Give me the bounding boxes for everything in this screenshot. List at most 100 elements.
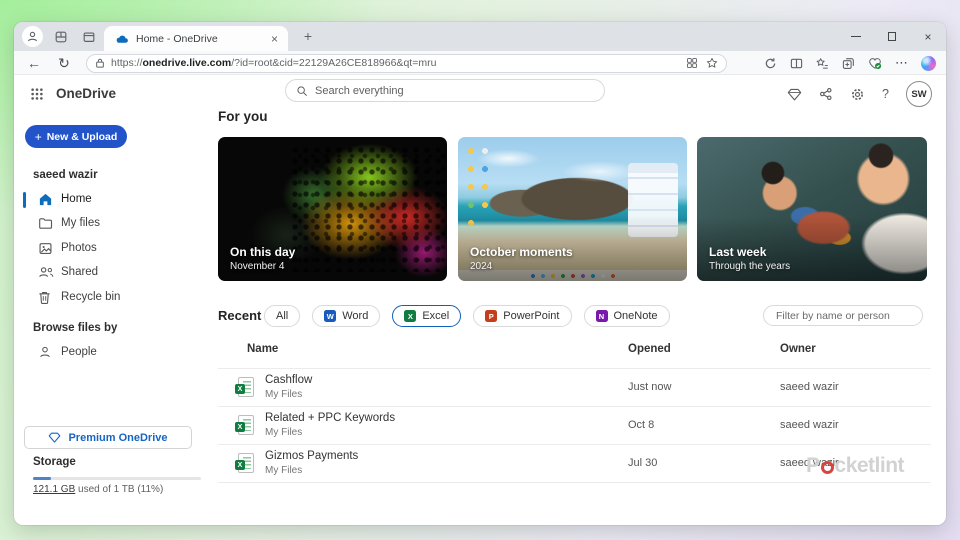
file-name[interactable]: Gizmos Payments (265, 450, 358, 462)
sidebar-owner-name: saeed wazir (33, 169, 98, 181)
search-box[interactable] (285, 79, 605, 102)
for-you-card-last-week[interactable]: Last week Through the years (697, 137, 927, 281)
back-button[interactable]: ← (24, 53, 44, 73)
sidebar-item-my-files[interactable]: My files (14, 212, 214, 236)
powerpoint-icon: P (485, 310, 498, 322)
card-title: Last week (709, 245, 767, 259)
file-name[interactable]: Cashflow (265, 374, 312, 386)
help-icon[interactable]: ? (882, 87, 889, 101)
minimize-icon (851, 35, 861, 38)
file-location: My Files (265, 465, 303, 476)
plus-icon: + (34, 129, 42, 144)
tab-title: Home - OneDrive (136, 32, 218, 45)
share-nodes-icon[interactable] (819, 87, 833, 101)
close-window-button[interactable]: × (910, 22, 946, 51)
column-owner[interactable]: Owner (780, 343, 816, 355)
pocket-lint-watermark: Pcketlint (806, 454, 905, 477)
file-opened: Just now (628, 381, 672, 393)
install-app-icon[interactable] (686, 57, 698, 69)
for-you-card-october-moments[interactable]: October moments 2024 (458, 137, 687, 281)
app-launcher-icon[interactable] (30, 87, 44, 101)
filter-onenote[interactable]: N OneNote (583, 305, 670, 327)
app-title: OneDrive (56, 86, 117, 101)
file-location: My Files (265, 427, 303, 438)
tab-close-icon[interactable]: × (269, 32, 280, 46)
sidebar-item-home[interactable]: Home (14, 188, 214, 212)
lock-icon (95, 57, 105, 69)
workspaces-icon (54, 30, 68, 44)
storage-bar-fill (33, 477, 52, 480)
split-screen-icon[interactable] (790, 57, 803, 70)
for-you-card-on-this-day[interactable]: On this day November 4 (218, 137, 447, 281)
tab-actions-button[interactable] (78, 26, 99, 47)
sync-icon[interactable] (764, 57, 777, 70)
recent-filter-pills: All W Word X Excel P PowerPoint N OneNot… (264, 305, 670, 327)
filter-excel[interactable]: X Excel (392, 305, 462, 327)
file-opened: Jul 30 (628, 457, 658, 469)
collections-icon[interactable] (842, 57, 855, 70)
toolbar-right-icons: ⋯ (764, 51, 936, 75)
copilot-icon[interactable] (921, 55, 936, 71)
sidebar-item-shared[interactable]: Shared (14, 261, 214, 285)
filter-powerpoint[interactable]: P PowerPoint (473, 305, 572, 327)
onedrive-header: OneDrive ? SW (14, 75, 946, 113)
header-actions: ? SW (787, 75, 932, 113)
tab-strip: Home - OneDrive × + × (14, 22, 946, 51)
photo-icon (38, 241, 53, 256)
storage-used-link[interactable]: 121.1 GB (33, 484, 75, 495)
new-tab-button[interactable]: + (298, 27, 318, 47)
sidebar-item-recycle-bin[interactable]: Recycle bin (14, 286, 214, 310)
filter-all[interactable]: All (264, 305, 301, 327)
settings-gear-icon[interactable] (850, 87, 865, 102)
for-you-heading: For you (218, 109, 268, 124)
search-input[interactable] (315, 84, 575, 97)
favorites-icon[interactable] (816, 57, 829, 70)
address-bar[interactable]: https://onedrive.live.com/?id=root&cid=2… (86, 53, 727, 73)
new-upload-button[interactable]: + New & Upload (25, 125, 127, 148)
filter-input[interactable] (776, 309, 910, 322)
column-name[interactable]: Name (247, 343, 278, 355)
premium-onedrive-button[interactable]: Premium OneDrive (24, 426, 192, 449)
restore-button[interactable] (874, 22, 910, 51)
excel-file-icon: X (235, 377, 254, 397)
browser-toolbar: ← ↻ https://onedrive.live.com/?id=root&c… (14, 51, 946, 75)
table-row[interactable]: X Related + PPC Keywords My Files Oct 8 … (218, 406, 931, 444)
onedrive-cloud-icon (114, 34, 129, 44)
profile-icon (26, 30, 39, 43)
file-opened: Oct 8 (628, 419, 655, 431)
sidebar-item-photos[interactable]: Photos (14, 237, 214, 261)
filter-word[interactable]: W Word (312, 305, 381, 327)
file-name[interactable]: Related + PPC Keywords (265, 412, 395, 424)
card-title: On this day (230, 245, 296, 259)
card-subtitle: Through the years (709, 261, 791, 272)
file-owner: saeed wazir (780, 381, 839, 393)
tab-home-onedrive[interactable]: Home - OneDrive × (104, 26, 288, 51)
favorite-this-page-icon[interactable] (706, 57, 718, 69)
onenote-icon: N (595, 310, 608, 322)
table-row[interactable]: X Cashflow My Files Just now saeed wazir (218, 368, 931, 406)
sidebar-item-people[interactable]: People (14, 341, 214, 365)
settings-more-icon[interactable]: ⋯ (895, 55, 908, 71)
browser-essentials-icon[interactable] (868, 57, 882, 70)
refresh-button[interactable]: ↻ (54, 53, 74, 73)
search-icon (296, 85, 308, 97)
storage-progress-bar (33, 477, 201, 480)
file-owner: saeed wazir (780, 419, 839, 431)
premium-diamond-icon[interactable] (787, 88, 802, 101)
file-location: My Files (265, 389, 303, 400)
card-subtitle: 2024 (470, 261, 493, 272)
card-title: October moments (470, 245, 573, 259)
column-opened[interactable]: Opened (628, 343, 671, 355)
minimize-button[interactable] (838, 22, 874, 51)
browse-files-by-heading: Browse files by (33, 322, 118, 334)
account-avatar[interactable]: SW (906, 81, 932, 107)
filter-input-box[interactable] (763, 305, 923, 326)
browser-profile-button[interactable] (22, 26, 43, 47)
storage-heading: Storage (33, 456, 76, 468)
storage-usage-text: 121.1 GB used of 1 TB (11%) (33, 484, 164, 495)
diamond-icon (48, 432, 61, 443)
excel-file-icon: X (235, 453, 254, 473)
workspaces-button[interactable] (50, 26, 71, 47)
tab-actions-icon (82, 30, 96, 44)
restore-icon (887, 32, 897, 41)
